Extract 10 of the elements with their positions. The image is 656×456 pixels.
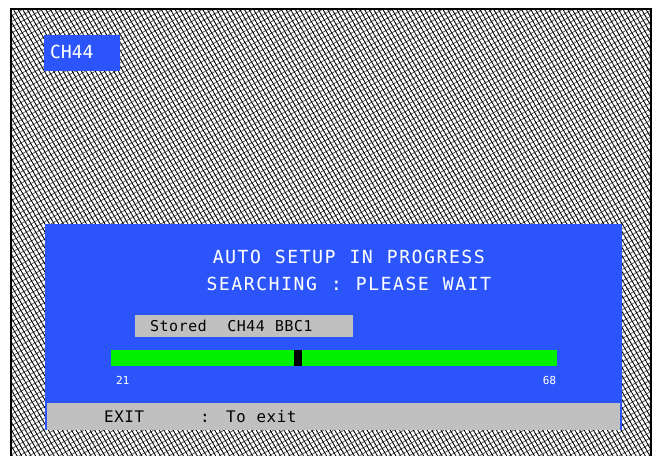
status-message: AUTO SETUP IN PROGRESS bbox=[212, 246, 486, 269]
exit-key-label: EXIT bbox=[104, 407, 146, 426]
range-max-label: 68 bbox=[542, 374, 556, 387]
separator-text: : bbox=[200, 407, 212, 426]
status-message: SEARCHING : PLEASE WAIT bbox=[206, 273, 493, 296]
exit-hint-text: To exit bbox=[226, 407, 297, 426]
stored-label: Stored bbox=[150, 317, 208, 335]
range-min-label: 21 bbox=[116, 374, 130, 387]
channel-badge: CH44 bbox=[44, 35, 120, 71]
stored-channel-text: CH44 BBC1 bbox=[227, 317, 313, 335]
